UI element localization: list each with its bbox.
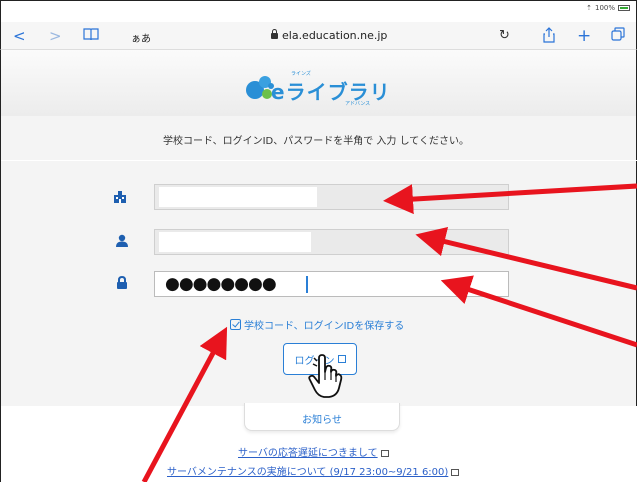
battery-icon [618, 5, 630, 11]
padlock-icon [117, 276, 127, 289]
password-mask: ●●●●●●●● [165, 274, 277, 294]
building-icon [114, 191, 126, 203]
book-icon [83, 28, 99, 41]
logo-word: eライブラリ [271, 80, 391, 104]
external-link-icon [380, 450, 389, 457]
login-id-input[interactable] [155, 230, 508, 254]
bookmarks-button[interactable] [83, 27, 99, 45]
battery-percent: 100% [594, 4, 615, 12]
divider [1, 160, 637, 161]
login-id-field[interactable] [154, 229, 509, 255]
tabs-button[interactable] [611, 27, 625, 45]
login-instruction: 学校コード、ログインID、パスワードを半角で 入力 してください。 [163, 136, 470, 147]
browser-toolbar: < > ぁあ ela.education.ne.jp ↻ + [0, 22, 637, 50]
lock-icon [271, 29, 278, 39]
pointing-hand-icon [308, 354, 343, 398]
news-item-1[interactable]: サーバの応答遅延につきまして [238, 444, 389, 459]
share-button[interactable] [543, 27, 555, 47]
news-title: お知らせ [302, 415, 342, 426]
wifi-icon: ⇡ [586, 4, 592, 12]
login-area: 学校コード、ログインID、パスワードを半角で 入力 してください。 ●●●●●●… [0, 116, 637, 482]
url-text: ela.education.ne.jp [282, 29, 388, 42]
news-tab: お知らせ [244, 403, 400, 431]
external-link-icon [451, 469, 460, 476]
reload-button[interactable]: ↻ [499, 27, 510, 45]
text-caret [306, 276, 308, 293]
logo-sub-bottom: アドバンス [345, 101, 371, 107]
address-bar[interactable]: ela.education.ne.jp [271, 29, 387, 42]
back-button[interactable]: < [13, 27, 26, 45]
news-item-label: サーバメンテナンスの実施について (9/17 23:00~9/21 6:00) [167, 467, 449, 478]
save-credentials-option[interactable]: 学校コード、ログインIDを保存する [230, 317, 404, 332]
reader-settings-button[interactable]: ぁあ [131, 30, 151, 45]
status-left-area [1, 1, 77, 22]
share-icon [543, 27, 555, 43]
status-right: ⇡ 100% [586, 4, 630, 12]
school-code-input[interactable] [155, 185, 508, 209]
status-bar: ⇡ 100% [0, 0, 637, 22]
password-field[interactable]: ●●●●●●●● [154, 271, 509, 297]
school-code-field[interactable] [154, 184, 509, 210]
forward-button[interactable]: > [49, 27, 62, 45]
user-icon [116, 234, 128, 247]
tabs-icon [611, 27, 625, 41]
save-checkbox[interactable] [230, 319, 241, 330]
site-logo[interactable]: ラインズ eライブラリ アドバンス [245, 70, 395, 107]
save-label: 学校コード、ログインIDを保存する [244, 321, 405, 332]
news-item-label: サーバの応答遅延につきまして [238, 448, 378, 459]
news-item-2[interactable]: サーバメンテナンスの実施について (9/17 23:00~9/21 6:00) [167, 463, 460, 478]
new-tab-button[interactable]: + [577, 27, 591, 45]
site-header: ラインズ eライブラリ アドバンス [0, 50, 637, 116]
